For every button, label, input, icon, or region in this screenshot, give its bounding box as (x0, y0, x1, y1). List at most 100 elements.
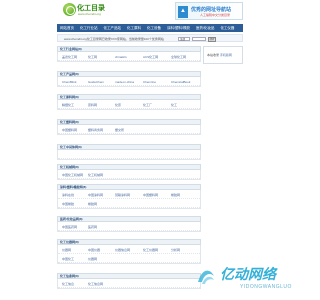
category-section: 化工仪器网(8) 仪器网 中国仪器 仪器信息网 化工仪器网 分析网 中国化工 仪器网 (57, 239, 201, 264)
search-input[interactable] (192, 37, 206, 41)
site-link[interactable]: 医药网 (88, 225, 97, 229)
site-link[interactable]: 仪器信息网 (115, 248, 130, 252)
site-link[interactable]: 中国医药网 (62, 225, 77, 229)
site-link[interactable]: 原料网 (88, 103, 97, 107)
site-link[interactable]: 化工信息 (62, 282, 74, 286)
site-link[interactable]: 中国仪器 (88, 248, 100, 252)
link-row: 化工信息 化工信息网 (58, 279, 200, 288)
link-row: 中国橡胶 橡胶网 (58, 199, 200, 208)
category-links: 盖德化工网 化工网 chinaHG ACS化工网 全球化工网 (57, 52, 201, 62)
site-link[interactable]: 中国塑料网 (143, 193, 158, 197)
site-link[interactable]: 中国塑料网 (62, 128, 77, 132)
nav-item[interactable]: 网站首页 (57, 24, 77, 32)
category-section: 化工产品网(8) ChemBlink GuideChem made-in-china C… (57, 71, 201, 87)
watermark-text: 亿动网络 (220, 266, 276, 282)
site-link[interactable]: 中国涂料网 (88, 193, 103, 197)
category-links: 化工信息 化工信息网 (57, 279, 201, 289)
category-section: 化工信息网(8) 化工信息 化工信息网 (57, 273, 201, 289)
site-link[interactable]: ChemBlink (62, 80, 77, 84)
site-link[interactable]: 全球化工网 (171, 55, 186, 59)
category-links: 中国塑料网 塑料商务网 塑交所 (57, 125, 201, 135)
banner-subtitle: 人工编辑中文分类目录 (200, 13, 231, 17)
banner-title: 优秀的网址导航站 (191, 7, 232, 13)
sidebar-box: 本站收录 手机版网 (203, 46, 243, 64)
category-section: 涂料/塑料/橡胶网(8) 涂料在线 中国涂料网 慧聪涂料网 中国塑料网 橡胶网 中国橡胶 橡胶… (57, 184, 201, 209)
link-row (58, 150, 200, 159)
link-row: 精细化工 原料网 化原 化工厂 化工 (58, 100, 200, 109)
category-links: ChemBlink GuideChem made-in-china Chemrine C… (57, 77, 201, 87)
site-link[interactable]: 分析网 (171, 248, 180, 252)
site-link[interactable]: 橡胶网 (88, 202, 97, 206)
category-links: 中国医药网 医药网 (57, 222, 201, 232)
category-links: 仪器网 中国仪器 仪器信息网 化工仪器网 分析网中国化工 仪器网 (57, 245, 201, 264)
site-link[interactable]: ChemicalBook (171, 80, 190, 84)
site-link[interactable]: 化工网 (88, 55, 97, 59)
site-link[interactable]: 涂料在线 (62, 193, 74, 197)
nav-item[interactable]: 化工设备 (144, 24, 164, 32)
category-section: 化工行业网站(8) 盖德化工网 化工网 chinaHG ACS化工网 全球化工网 (57, 46, 201, 62)
ad-banner[interactable]: 优秀的网址导航站 人工编辑中文分类目录 (175, 2, 243, 20)
watermark: 亿动网络 YIDONGWANGLUO (196, 264, 300, 292)
site-link[interactable]: 塑料商务网 (88, 128, 103, 132)
sidebar-label: 本站收录 (207, 53, 220, 57)
site-link[interactable]: 仪器网 (88, 257, 97, 261)
site-link[interactable]: 盖德化工网 (62, 55, 77, 59)
category-section: 化工中间体网(8) (57, 144, 201, 160)
search-scope-select[interactable]: 全部 (178, 37, 190, 41)
site-link[interactable]: 中国化工机械网 (62, 173, 83, 177)
logo-url: www.chemdir.org (78, 12, 101, 16)
link-row: 仪器网 中国仪器 仪器信息网 化工仪器网 分析网 (58, 245, 200, 254)
link-row: 涂料在线 中国涂料网 慧聪涂料网 中国塑料网 橡胶网 (58, 190, 200, 199)
site-link[interactable]: 化工仪器网 (143, 248, 158, 252)
site-link[interactable]: GuideChem (88, 80, 104, 84)
category-section: 医药/化妆品网(8) 中国医药网 医药网 (57, 216, 201, 232)
watermark-logo-icon (198, 270, 214, 284)
link-row: 盖德化工网 化工网 chinaHG ACS化工网 全球化工网 (58, 52, 200, 61)
site-logo[interactable]: 化工目录 www.chemdir.org (63, 3, 105, 19)
flag-icon (178, 6, 188, 18)
site-link[interactable]: 中国化工 (62, 257, 74, 261)
main-content: 化工行业网站(8) 盖德化工网 化工网 chinaHG ACS化工网 全球化工网 化工产品网… (57, 46, 243, 300)
site-link[interactable]: Chemrine (143, 80, 156, 84)
mobile-link[interactable]: 手机版网 (220, 53, 232, 57)
nav-item[interactable]: 医药/化妆品 (193, 24, 217, 32)
category-section: 化工塑料网(8) 中国塑料网 塑料商务网 塑交所 (57, 119, 201, 135)
site-link[interactable]: 精细化工 (62, 103, 74, 107)
link-row: ChemBlink GuideChem made-in-china Chemrine C… (58, 77, 200, 86)
nav-item[interactable]: 化工产品站 (101, 24, 125, 32)
site-link[interactable]: 中国橡胶 (62, 202, 74, 206)
link-row: 中国化工 仪器网 (58, 254, 200, 263)
site-link[interactable]: chinaHG (115, 55, 127, 59)
header: 化工目录 www.chemdir.org 优秀的网址导航站 人工编辑中文分类目录 (57, 0, 243, 22)
category-links: 涂料在线 中国涂料网 慧聪涂料网 中国塑料网 橡胶网 中国橡胶 橡胶网 (57, 190, 201, 209)
sidebar-text: 本站收录 手机版网 (207, 53, 232, 57)
category-section: 化工机械网(8) 中国化工机械网 化工机械网 (57, 164, 201, 180)
site-link[interactable]: 化工信息网 (88, 282, 103, 286)
site-link[interactable]: 橡胶网 (171, 193, 180, 197)
link-row: 中国医药网 医药网 (58, 222, 200, 231)
site-link[interactable]: 塑交所 (115, 128, 124, 132)
site-link[interactable]: 仪器网 (62, 248, 71, 252)
logo-badge-icon (63, 3, 76, 16)
category-links: 中国化工机械网 化工机械网 (57, 170, 201, 180)
watermark-subtext: YIDONGWANGLUO (240, 284, 292, 290)
nav-item[interactable]: 化工原料 (124, 24, 144, 32)
link-row: 中国化工机械网 化工机械网 (58, 170, 200, 179)
site-link[interactable]: 化工 (171, 103, 177, 107)
site-link[interactable]: ACS化工网 (143, 55, 158, 59)
site-link[interactable]: 化原 (115, 103, 121, 107)
site-stats-text: www.chemdir.org化工目录网已收录XXX家网站，当前收录量100个优… (64, 37, 164, 41)
site-link[interactable]: 化工厂 (143, 103, 152, 107)
category-section: 化工原料网(8) 精细化工 原料网 化原 化工厂 化工 (57, 94, 201, 110)
category-links (57, 150, 201, 160)
main-nav: 网站首页 化工行业站 化工产品站 化工原料 化工设备 涂料/塑料/橡胶 医药/化妆品 化工仪器 (57, 24, 243, 32)
nav-item[interactable]: 化工行业站 (77, 24, 101, 32)
search-bar: www.chemdir.org化工目录网已收录XXX家网站，当前收录量100个优… (57, 34, 243, 42)
nav-item[interactable]: 化工仪器 (217, 24, 237, 32)
site-link[interactable]: 慧聪涂料网 (115, 193, 130, 197)
site-link[interactable]: made-in-china (115, 80, 134, 84)
category-links: 精细化工 原料网 化原 化工厂 化工 (57, 100, 201, 110)
site-link[interactable]: 化工机械网 (88, 173, 103, 177)
nav-item[interactable]: 涂料/塑料/橡胶 (164, 24, 193, 32)
search-button[interactable]: 搜索 (208, 36, 216, 42)
